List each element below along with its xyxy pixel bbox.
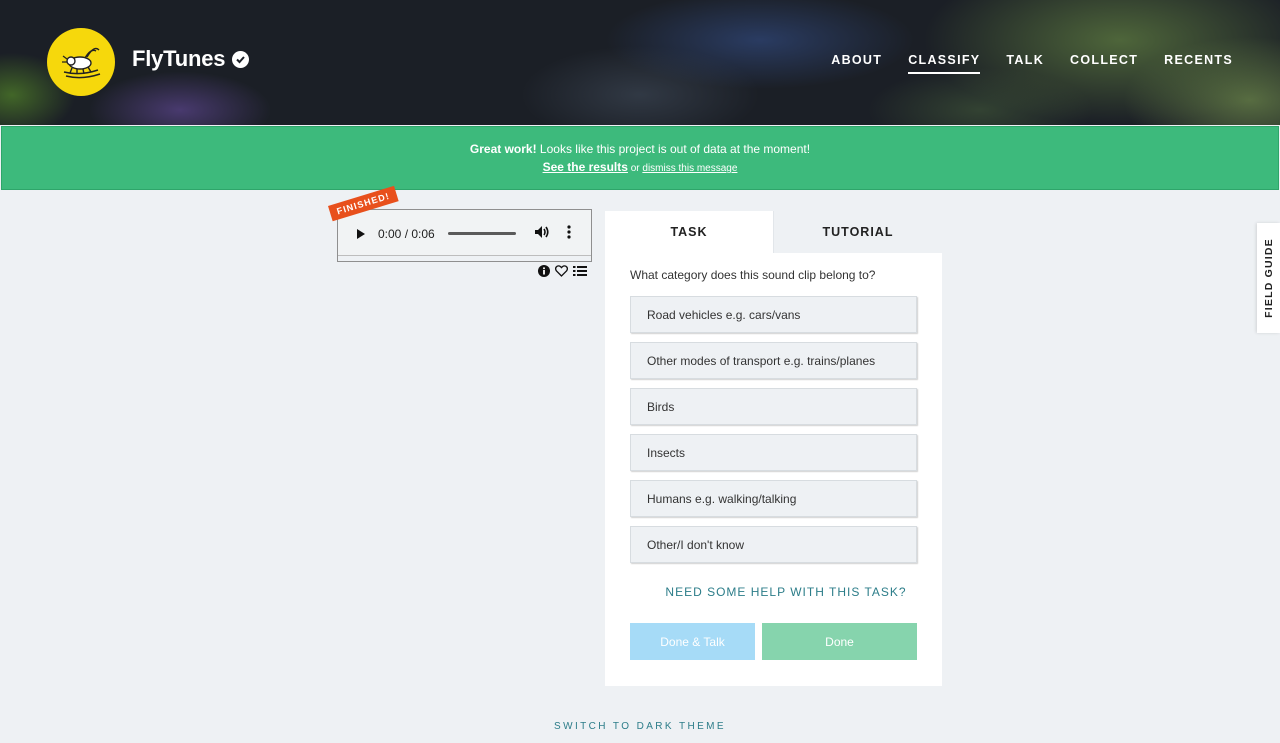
subject-viewer: 0:00 / 0:06 FINISHED! (328, 185, 592, 262)
switch-theme-button[interactable]: SWITCH TO DARK THEME (0, 721, 1280, 732)
subject-tools (538, 264, 587, 282)
play-icon[interactable] (356, 227, 366, 245)
banner-text: Looks like this project is out of data a… (536, 142, 811, 156)
answer-other-dont-know[interactable]: Other/I don't know (630, 526, 917, 563)
task-actions: Done & Talk Done (630, 623, 917, 660)
audio-progress-bar[interactable] (448, 232, 516, 235)
task-tabs: TASK TUTORIAL (605, 211, 942, 253)
banner-message: Great work! Looks like this project is o… (2, 142, 1278, 156)
audio-player: 0:00 / 0:06 (338, 210, 591, 256)
answer-list: Road vehicles e.g. cars/vans Other modes… (630, 296, 942, 563)
answer-insects[interactable]: Insects (630, 434, 917, 471)
tab-tutorial[interactable]: TUTORIAL (773, 211, 942, 253)
done-and-talk-button[interactable]: Done & Talk (630, 623, 755, 660)
task-question: What category does this sound clip belon… (630, 268, 876, 282)
answer-humans[interactable]: Humans e.g. walking/talking (630, 480, 917, 517)
project-title[interactable]: FlyTunes (132, 46, 226, 72)
field-guide-tab[interactable]: FIELD GUIDE (1257, 223, 1280, 333)
done-button[interactable]: Done (762, 623, 917, 660)
banner-or: or (627, 163, 643, 174)
fly-logo-icon (62, 47, 101, 79)
answer-road-vehicles[interactable]: Road vehicles e.g. cars/vans (630, 296, 917, 333)
see-results-link[interactable]: See the results (543, 160, 628, 174)
dismiss-message-link[interactable]: dismiss this message (642, 163, 737, 174)
answer-birds[interactable]: Birds (630, 388, 917, 425)
collection-list-icon[interactable] (573, 264, 587, 282)
audio-time: 0:00 / 0:06 (378, 227, 435, 241)
task-panel: TASK TUTORIAL What category does this so… (605, 211, 942, 686)
tab-task[interactable]: TASK (605, 211, 773, 253)
volume-icon[interactable] (534, 225, 550, 244)
nav-recents[interactable]: RECENTS (1164, 53, 1233, 74)
banner-strong: Great work! (469, 142, 537, 156)
nav-about[interactable]: ABOUT (831, 53, 882, 74)
out-of-data-banner: Great work! Looks like this project is o… (1, 126, 1279, 190)
nav-collect[interactable]: COLLECT (1070, 53, 1138, 74)
answer-other-transport[interactable]: Other modes of transport e.g. trains/pla… (630, 342, 917, 379)
need-help-link[interactable]: NEED SOME HELP WITH THIS TASK? (605, 585, 942, 599)
verified-icon (232, 51, 249, 68)
project-header: FlyTunes ABOUT CLASSIFY TALK COLLECT REC… (0, 0, 1280, 125)
info-icon[interactable] (538, 264, 550, 282)
project-logo[interactable] (47, 28, 115, 96)
project-nav: ABOUT CLASSIFY TALK COLLECT RECENTS (805, 53, 1233, 74)
more-options-icon[interactable] (567, 225, 571, 244)
nav-talk[interactable]: TALK (1006, 53, 1044, 74)
field-guide-label: FIELD GUIDE (1262, 238, 1275, 318)
heart-icon[interactable] (554, 264, 569, 282)
nav-classify[interactable]: CLASSIFY (908, 53, 981, 74)
